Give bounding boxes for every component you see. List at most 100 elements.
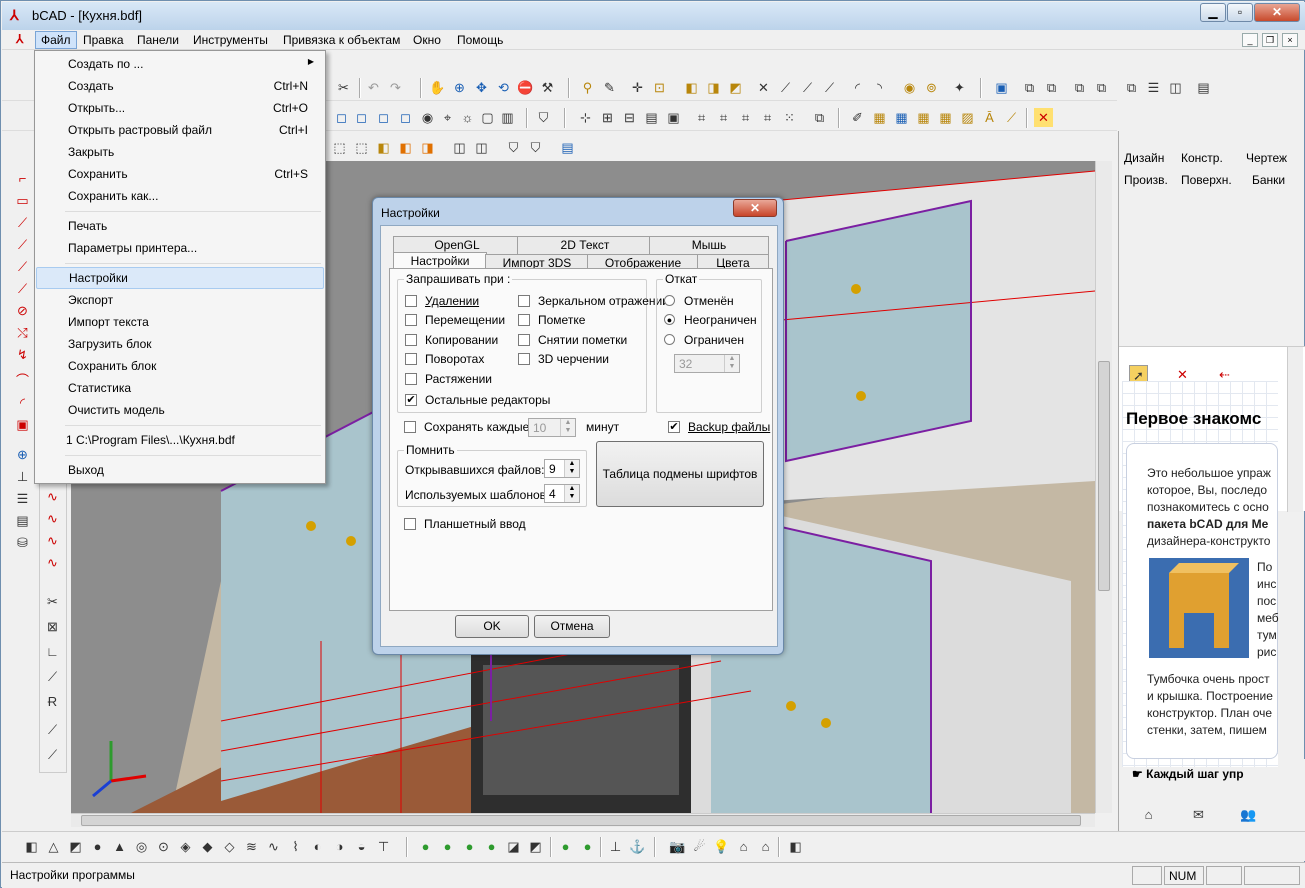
primitive-torus-icon[interactable]: ◎ xyxy=(132,837,151,856)
menu-item-save[interactable]: Сохранить Ctrl+S xyxy=(36,164,324,184)
camera-icon[interactable]: ⌖ xyxy=(438,108,457,127)
mdi-minimize-button[interactable]: _ xyxy=(1242,33,1258,47)
stop-icon[interactable]: ⛔ xyxy=(516,78,535,97)
modify2-icon[interactable]: ● xyxy=(578,837,597,856)
checkbox-box[interactable] xyxy=(518,334,530,346)
view-back-icon[interactable]: ◫ xyxy=(472,138,491,157)
draw-tool7-icon[interactable]: ⊘ xyxy=(13,301,32,320)
draw-tool1-icon[interactable]: ⌐ xyxy=(13,169,32,188)
boolean2-icon[interactable]: ● xyxy=(438,837,457,856)
window-tile3-icon[interactable]: ⧉ xyxy=(1070,78,1089,97)
draw-tool10-icon[interactable]: ⌒ xyxy=(13,371,32,390)
extrude-tool6-icon[interactable]: ⌇ xyxy=(286,837,305,856)
hidden-cube-icon[interactable]: ⬚ xyxy=(352,138,371,157)
draw-tool5-icon[interactable]: ⟋ xyxy=(13,257,32,276)
select-tool9-icon[interactable]: ⌗ xyxy=(758,108,777,127)
menu-item-save-as[interactable]: Сохранить как... xyxy=(36,186,324,206)
menu-panels[interactable]: Панели xyxy=(137,33,179,47)
extrude-tool10-icon[interactable]: ⊤ xyxy=(374,837,393,856)
eye-icon[interactable]: ◉ xyxy=(418,108,437,127)
bcad-app-icon[interactable]: ⅄ xyxy=(10,7,26,23)
vertical-scroll-thumb[interactable] xyxy=(1098,361,1110,591)
extrude-tool7-icon[interactable]: ◐ xyxy=(308,837,327,856)
users-icon[interactable]: 👥 xyxy=(1239,805,1258,824)
house-scene2-icon[interactable]: ⌂ xyxy=(756,837,775,856)
extrude-tool5-icon[interactable]: ∿ xyxy=(264,837,283,856)
view-cube1-icon[interactable]: ◻ xyxy=(332,108,351,127)
material-lib-icon[interactable]: ◧ xyxy=(786,837,805,856)
snap-cube1-icon[interactable]: ◧ xyxy=(682,78,701,97)
select-tool5-icon[interactable]: ▣ xyxy=(664,108,683,127)
move-view-icon[interactable]: ✥ xyxy=(472,78,491,97)
extrude-tool4-icon[interactable]: ≋ xyxy=(242,837,261,856)
textured-cube-icon[interactable]: ◨ xyxy=(418,138,437,157)
delete-material-icon[interactable]: ✕ xyxy=(1034,108,1053,127)
draw-tool11-icon[interactable]: ◜ xyxy=(13,393,32,412)
snap-arc2-icon[interactable]: ◝ xyxy=(870,78,889,97)
texture6-icon[interactable]: Ā xyxy=(980,108,999,127)
boolean6-icon[interactable]: ◩ xyxy=(526,837,545,856)
checkbox-box[interactable] xyxy=(405,373,417,385)
modify1-icon[interactable]: ● xyxy=(556,837,575,856)
checkbox-box-checked[interactable]: ✔ xyxy=(405,394,417,406)
properties-icon[interactable]: ▤ xyxy=(1194,78,1213,97)
axis-tool-icon[interactable]: ⊕ xyxy=(13,445,32,464)
layer-tool2-icon[interactable]: ☰ xyxy=(13,489,32,508)
checkbox-box[interactable] xyxy=(404,421,416,433)
snap-cube3-icon[interactable]: ◩ xyxy=(726,78,745,97)
doc-icon[interactable]: ⅄ xyxy=(16,32,23,46)
viewport-vertical-scrollbar[interactable] xyxy=(1095,161,1112,813)
extrude-tool2-icon[interactable]: ◆ xyxy=(198,837,217,856)
menu-item-print[interactable]: Печать xyxy=(36,216,324,236)
select-tool1-icon[interactable]: ⊹ xyxy=(576,108,595,127)
extrude-tool9-icon[interactable]: ◒ xyxy=(352,837,371,856)
snap-arc1-icon[interactable]: ◜ xyxy=(848,78,867,97)
color-cube-icon[interactable]: ◧ xyxy=(396,138,415,157)
cancel-button[interactable]: Отмена xyxy=(534,615,610,638)
snap-point-icon[interactable]: ✦ xyxy=(950,78,969,97)
binoculars2-icon[interactable]: ⛉ xyxy=(504,138,523,157)
pan-hand-icon[interactable]: ✋ xyxy=(428,78,447,97)
view-cube2-icon[interactable]: ◻ xyxy=(352,108,371,127)
background-icon[interactable]: ▤ xyxy=(558,138,577,157)
tool-post-icon[interactable]: ⊥ xyxy=(606,837,625,856)
spin-arrows-icon[interactable]: ▲ ▼ xyxy=(724,355,739,372)
menu-window[interactable]: Окно xyxy=(413,33,441,47)
camera-tool-icon[interactable]: 📷 xyxy=(668,837,687,856)
hammer-icon[interactable]: ⚒ xyxy=(538,78,557,97)
primitive-cone-icon[interactable]: ▲ xyxy=(110,837,129,856)
primitive-sphere-icon[interactable]: ● xyxy=(88,837,107,856)
opened-files-spinner[interactable]: 9 ▲ ▼ xyxy=(544,459,580,478)
tab-drawing[interactable]: Чертеж xyxy=(1246,151,1287,165)
material-brush-icon[interactable]: ✐ xyxy=(848,108,867,127)
spin-arrows-icon[interactable]: ▲ ▼ xyxy=(560,419,575,436)
pencil-icon[interactable]: ✎ xyxy=(600,78,619,97)
checkbox-box[interactable] xyxy=(518,353,530,365)
view-cube4-icon[interactable]: ◻ xyxy=(396,108,415,127)
horizontal-scroll-thumb[interactable] xyxy=(81,815,1081,826)
texture3-icon[interactable]: ▦ xyxy=(914,108,933,127)
windows-vertical-icon[interactable]: ◫ xyxy=(1166,78,1185,97)
boolean4-icon[interactable]: ● xyxy=(482,837,501,856)
draw-tool12-icon[interactable]: ▣ xyxy=(13,415,32,434)
boolean3-icon[interactable]: ● xyxy=(460,837,479,856)
checkbox-box-checked[interactable]: ✔ xyxy=(668,421,680,433)
tab-construct[interactable]: Констр. xyxy=(1181,151,1223,165)
radio-circle[interactable] xyxy=(664,334,675,345)
autosave-interval-spinner[interactable]: 10 ▲ ▼ xyxy=(528,418,576,437)
radio-circle-selected[interactable]: ● xyxy=(664,314,675,325)
draw-tool4-icon[interactable]: ⟋ xyxy=(13,235,32,254)
window-tile4-icon[interactable]: ⧉ xyxy=(1092,78,1111,97)
extrude-tool1-icon[interactable]: ◈ xyxy=(176,837,195,856)
menu-item-load-block[interactable]: Загрузить блок xyxy=(36,334,324,354)
menu-help[interactable]: Помощь xyxy=(457,33,503,47)
mail-icon[interactable]: ✉ xyxy=(1189,805,1208,824)
copy-object-icon[interactable]: ⧉ xyxy=(810,108,829,127)
draw-tool2-icon[interactable]: ▭ xyxy=(13,191,32,210)
home-icon[interactable]: ⌂ xyxy=(1139,805,1158,824)
select-tool8-icon[interactable]: ⌗ xyxy=(736,108,755,127)
select-tool7-icon[interactable]: ⌗ xyxy=(714,108,733,127)
menu-item-import-text[interactable]: Импорт текста xyxy=(36,312,324,332)
windows-horizontal-icon[interactable]: ☰ xyxy=(1144,78,1163,97)
menu-item-create[interactable]: Создать Ctrl+N xyxy=(36,76,324,96)
